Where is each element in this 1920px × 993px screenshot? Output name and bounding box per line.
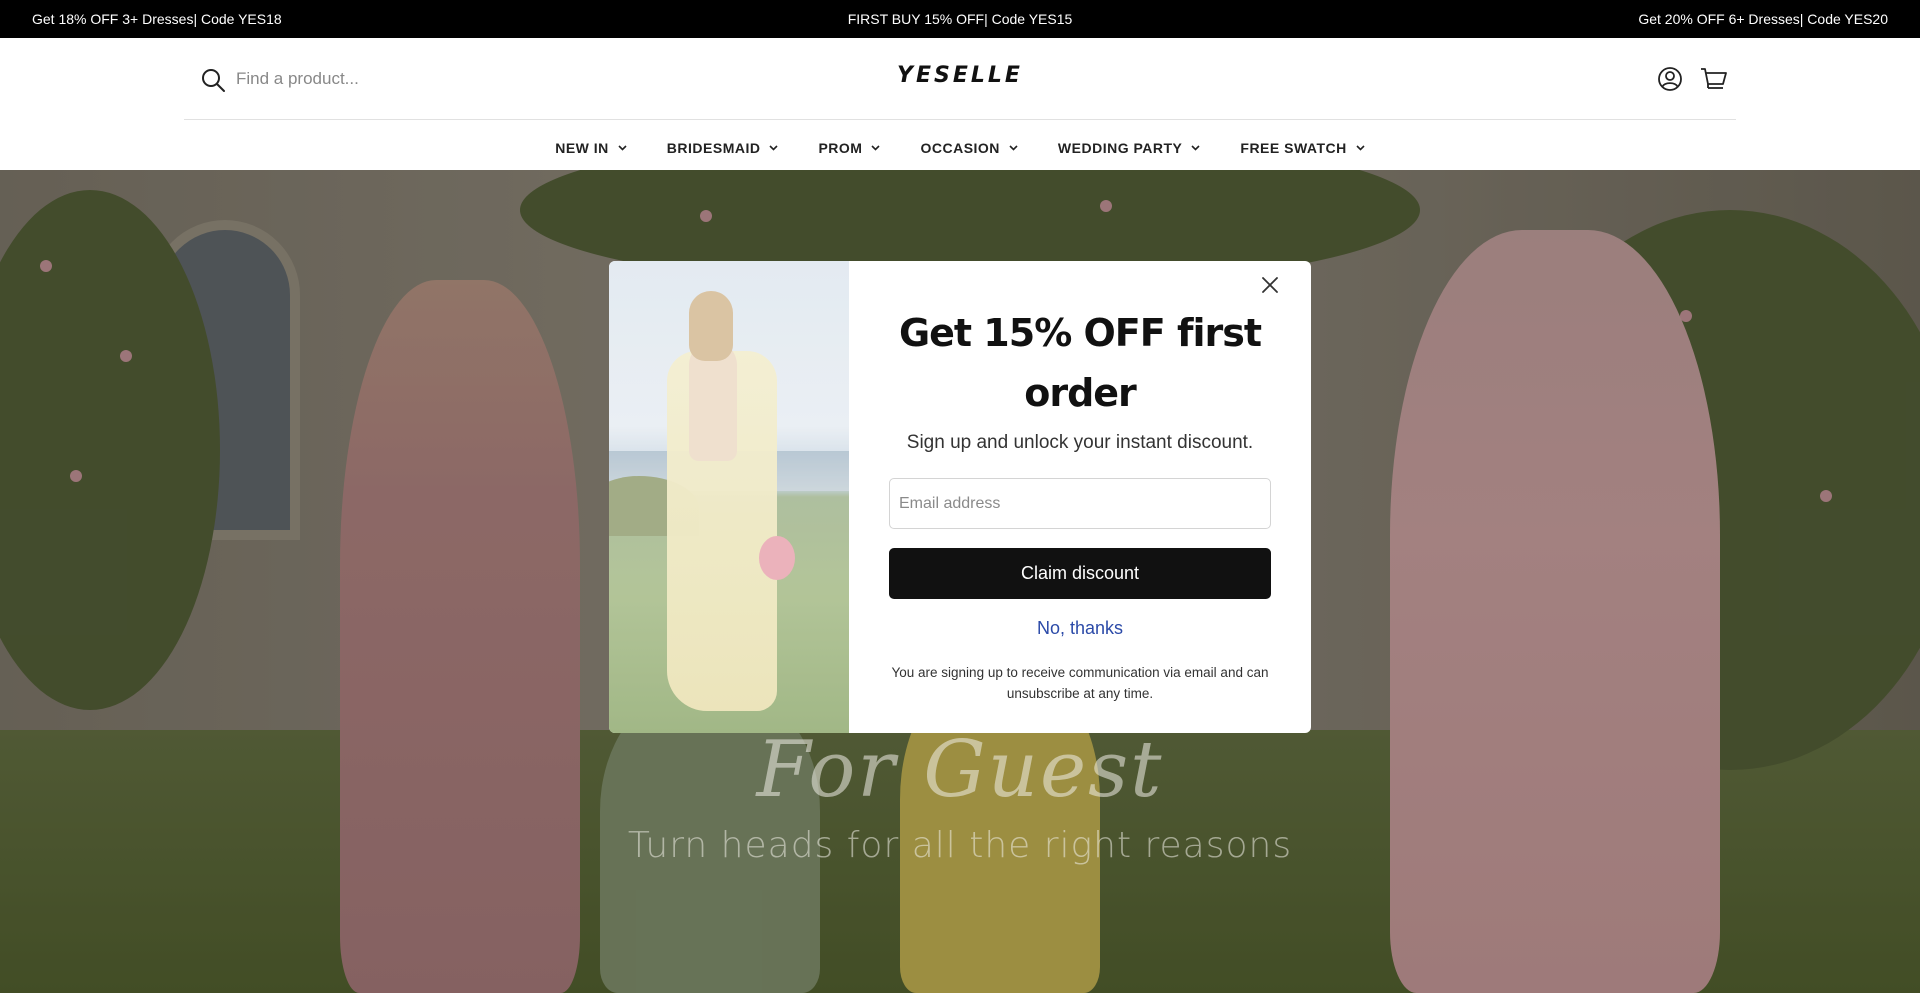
header-divider — [184, 119, 1736, 120]
nav-item-label: OCCASION — [920, 140, 1000, 156]
signup-modal: Get 15% OFF first order Sign up and unlo… — [609, 261, 1311, 733]
announcement-center: FIRST BUY 15% OFF| Code YES15 — [847, 11, 1073, 27]
modal-image — [609, 261, 849, 733]
chevron-down-icon — [871, 145, 881, 151]
nav-item-new-in[interactable]: NEW IN — [555, 136, 627, 160]
chevron-down-icon — [1356, 145, 1365, 151]
announcement-right: Get 20% OFF 6+ Dresses| Code YES20 — [1638, 11, 1888, 27]
nav-item-label: FREE SWATCH — [1240, 140, 1347, 156]
nav-item-wedding-party[interactable]: WEDDING PARTY — [1058, 136, 1200, 160]
site-header: YESELLE NEW IN BRIDESMAID PROM OCCASION … — [0, 38, 1920, 170]
hero-tagline: Turn heads for all the right reasons — [627, 825, 1293, 866]
site-logo[interactable]: YESELLE — [0, 63, 1920, 88]
account-icon[interactable] — [1657, 66, 1683, 92]
chevron-down-icon — [618, 145, 627, 151]
modal-subtitle: Sign up and unlock your instant discount… — [906, 432, 1254, 453]
email-field[interactable] — [889, 478, 1271, 529]
nav-item-prom[interactable]: PROM — [818, 136, 881, 160]
close-icon[interactable] — [1258, 273, 1282, 297]
hero-script-heading: For Guest — [756, 725, 1164, 815]
nav-item-occasion[interactable]: OCCASION — [920, 136, 1018, 160]
no-thanks-link[interactable]: No, thanks — [849, 618, 1311, 639]
cart-icon[interactable] — [1700, 66, 1728, 92]
modal-image-wash — [609, 261, 849, 733]
signup-disclaimer: You are signing up to receive communicat… — [891, 665, 1269, 701]
nav-item-free-swatch[interactable]: FREE SWATCH — [1240, 136, 1365, 160]
nav-item-bridesmaid[interactable]: BRIDESMAID — [667, 136, 779, 160]
nav-item-label: BRIDESMAID — [666, 140, 761, 156]
main-nav: NEW IN BRIDESMAID PROM OCCASION WEDDING … — [0, 136, 1920, 160]
nav-item-label: NEW IN — [555, 140, 609, 156]
nav-item-label: WEDDING PARTY — [1057, 140, 1183, 156]
claim-discount-button[interactable]: Claim discount — [889, 548, 1271, 599]
modal-title: Get 15% OFF first order — [898, 311, 1262, 415]
chevron-down-icon — [1191, 145, 1200, 151]
modal-body: Get 15% OFF first order Sign up and unlo… — [849, 261, 1311, 733]
nav-item-label: PROM — [818, 140, 863, 156]
chevron-down-icon — [1009, 145, 1018, 151]
announcement-left: Get 18% OFF 3+ Dresses| Code YES18 — [32, 11, 282, 27]
announcement-bar: FIRST BUY 15% OFF| Code YES15 Get 18% OF… — [0, 0, 1920, 38]
chevron-down-icon — [769, 145, 779, 151]
